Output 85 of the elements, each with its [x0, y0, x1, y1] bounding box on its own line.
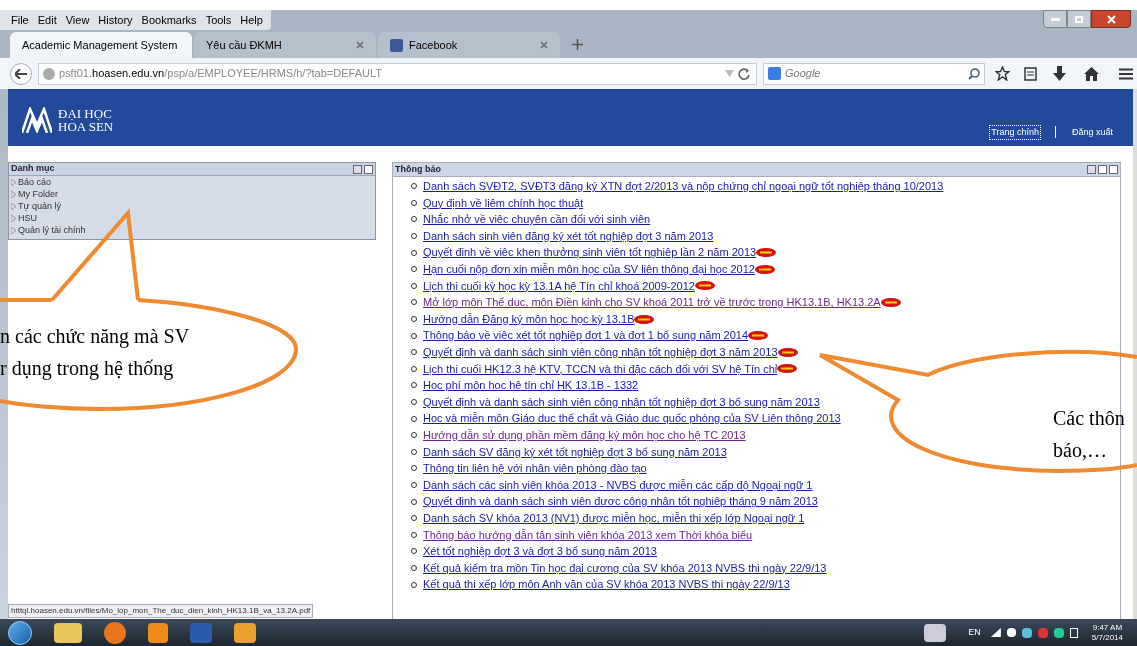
logo-text: ĐẠI HỌC [58, 106, 112, 120]
notice-link[interactable]: Kết quả kiểm tra môn Tin học đại cương của SV khóa 2013 NVBS thi ngày 22/9/13 [423, 559, 827, 577]
notice-link[interactable]: Danh sách SV đăng ký xét tốt nghiệp đợt 3 bổ sung năm 2013 [423, 443, 727, 461]
notice-link[interactable]: Danh sách SVĐT2, SVĐT3 đăng ký XTN đợt 2/2013 và nộp chứng chỉ ngoại ngữ tốt nghiệp tháng 10/2013 [423, 178, 944, 195]
notice-link[interactable]: Hạn cuối nộp đơn xin miễn môn học của SV liên thông đại học 2012 [423, 261, 755, 278]
menu-item[interactable]: Bookmarks [141, 11, 197, 29]
reload-icon[interactable] [738, 67, 750, 80]
panel-title: Thông báo [395, 162, 441, 176]
sidebar-item[interactable]: Quản lý tài chính [9, 224, 86, 236]
callout-text: Các thôn [1053, 406, 1125, 431]
home-icon[interactable] [1084, 66, 1099, 81]
logo-text: HOA SEN [58, 119, 114, 133]
notice-link[interactable]: Lịch thi cuối kỳ học kỳ 13.1A hệ Tín chỉ khoá 2009-2012 [423, 277, 695, 295]
download-icon[interactable] [1053, 66, 1066, 81]
notice-link[interactable]: Học phí môn học hệ tín chỉ HK 13.1B - 1332 [423, 377, 639, 394]
notice-link[interactable]: Hướng dẫn Đăng ký môn học học kỳ 13.1B [423, 310, 635, 328]
address-field[interactable]: psft01.hoasen.edu.vn/psp/a/EMPLOYEE/HRMS/h/?tab=DEFAULT [38, 62, 757, 85]
flag-icon[interactable] [1037, 627, 1048, 638]
sidebar-item[interactable]: HSU [9, 212, 37, 224]
start-button[interactable] [8, 620, 32, 645]
notice-link[interactable]: Quyết định và danh sách sinh viên công nhận tốt nghiệp đợt 3 bổ sung năm 2013 [423, 393, 820, 411]
sidebar-item[interactable]: Tự quản lý [9, 200, 62, 212]
star-icon[interactable] [995, 66, 1010, 81]
folder-icon[interactable] [54, 622, 82, 643]
sidebar-item[interactable]: My Folder [9, 188, 58, 200]
notice-link[interactable]: Hướng dẫn sử dụng phần mềm đăng ký môn học cho hệ TC 2013 [423, 426, 746, 444]
network-icon[interactable] [1021, 627, 1032, 638]
menu-item[interactable]: Help [240, 11, 263, 29]
logo-icon [22, 106, 52, 133]
notice-link[interactable]: Nhắc nhở về việc chuyên cần đối với sinh viên [423, 211, 651, 228]
tab-title: Facebook [409, 37, 459, 53]
notice-link[interactable]: Mở lớp môn Thể dục, môn Điền kinh cho SV khoá 2011 trở về trước trong HK13.1B, HK13.2A [423, 294, 881, 311]
notice-link[interactable]: Danh sách sinh viên đăng ký xét tốt nghiệp đợt 3 năm 2013 [423, 227, 714, 245]
notice-link[interactable]: Lịch thi cuối HK12.3 hệ KTV, TCCN và thi đặc cách đối với SV hệ Tín chỉ [423, 360, 778, 378]
notice-link[interactable]: Kết quả thi xếp lớp môn Anh văn của SV khóa 2013 NVBS thi ngày 22/9/13 [423, 576, 790, 593]
notice-link[interactable]: Danh sách các sinh viên khóa 2013 - NVBS được miễn các cấp độ Ngoại ngữ 1 [423, 476, 813, 494]
clock[interactable]: 9:47 AM 5/7/2014 [1091, 622, 1123, 643]
notice-link[interactable]: Quyết định và danh sách sinh viên công nhận tốt nghiệp đợt 3 năm 2013 [423, 344, 778, 361]
header-link[interactable]: Trang chính [989, 124, 1041, 140]
menu-item[interactable]: Tools [205, 11, 232, 29]
globe-icon [43, 67, 55, 80]
browser-tab[interactable]: Academic Management System [10, 32, 192, 58]
notice-link[interactable]: Thông tin liên hệ với nhân viên phòng đào tạo [423, 460, 647, 477]
callout-text: n các chức năng mà SV [0, 324, 190, 350]
battery-icon[interactable] [1069, 627, 1078, 638]
url-text: psft01.hoasen.edu.vn/psp/a/EMPLOYEE/HRMS/h/?tab=DEFAULT [59, 66, 383, 82]
clipboard-icon[interactable] [1024, 66, 1037, 81]
menu-item[interactable]: View [65, 11, 90, 29]
browser-tab[interactable]: Facebook [378, 32, 560, 58]
browser-tab[interactable]: Yêu cầu ĐKMH [194, 32, 376, 58]
panel-title: Danh mục [11, 162, 55, 176]
close-button[interactable] [1091, 10, 1131, 28]
notice-link[interactable]: Thông báo về việc xét tốt nghiệp đợt 1 và đợt 1 bổ sung năm 2014 [423, 327, 749, 344]
menu-icon[interactable] [1119, 67, 1133, 80]
callout-text: r dụng trong hệ thống [0, 356, 175, 382]
new-tab-icon[interactable] [572, 39, 583, 50]
back-button[interactable] [10, 62, 32, 85]
notice-link[interactable]: Xét tốt nghiệp đợt 3 và đợt 3 bổ sung năm 2013 [423, 543, 657, 560]
search-icon[interactable] [968, 67, 980, 80]
callout-text: báo,… [1053, 438, 1108, 463]
menu-item[interactable]: History [98, 11, 133, 29]
app-icon[interactable] [234, 622, 256, 643]
sidebar-item[interactable]: Báo cáo [9, 176, 52, 188]
back-arrow-icon [15, 68, 27, 79]
search-placeholder: Google [785, 66, 822, 82]
browser-icon[interactable] [104, 621, 126, 644]
menu-item[interactable]: Edit [37, 11, 57, 29]
maximize-button[interactable] [1067, 10, 1091, 28]
tab-title: Yêu cầu ĐKMH [206, 37, 283, 53]
language-indicator[interactable]: EN [968, 625, 981, 640]
speaker-icon[interactable] [1006, 628, 1016, 637]
menu-item[interactable]: File [11, 11, 29, 29]
minimize-button[interactable] [1043, 10, 1067, 28]
notice-link[interactable]: Danh sách SV khóa 2013 (NV1) được miễn học, miễn thi xếp lớp Ngoại ngữ 1 [423, 509, 805, 527]
notice-link[interactable]: Quyết định và danh sách sinh viên được công nhận tốt nghiệp tháng 9 năm 2013 [423, 493, 818, 510]
signal-icon[interactable] [990, 628, 1001, 637]
tab-title: Academic Management System [22, 37, 178, 53]
status-url: htttql.hoasen.edu.vn/files/Mo_lop_mon_The_duc_dien_kinh_HK13.1B_va_13.2A.pdf [8, 604, 314, 618]
notice-link[interactable]: Quy định về liêm chính học thuật [423, 194, 584, 212]
drive-icon[interactable] [1053, 627, 1064, 638]
header-link[interactable]: Đăng xuất [1069, 124, 1115, 140]
notice-link[interactable]: Học và miễn môn Giáo dục thể chất và Giáo dục quốc phòng của SV Liên thông 2013 [423, 410, 841, 427]
notice-link[interactable]: Thông báo hướng dẫn tân sinh viên khóa 2013 xem Thời khóa biểu [423, 526, 753, 543]
notice-link[interactable]: Quyết định về việc khen thưởng sinh viên tốt nghiệp lần 2 năm 2013 [423, 244, 757, 261]
search-field[interactable]: Google [763, 62, 985, 85]
